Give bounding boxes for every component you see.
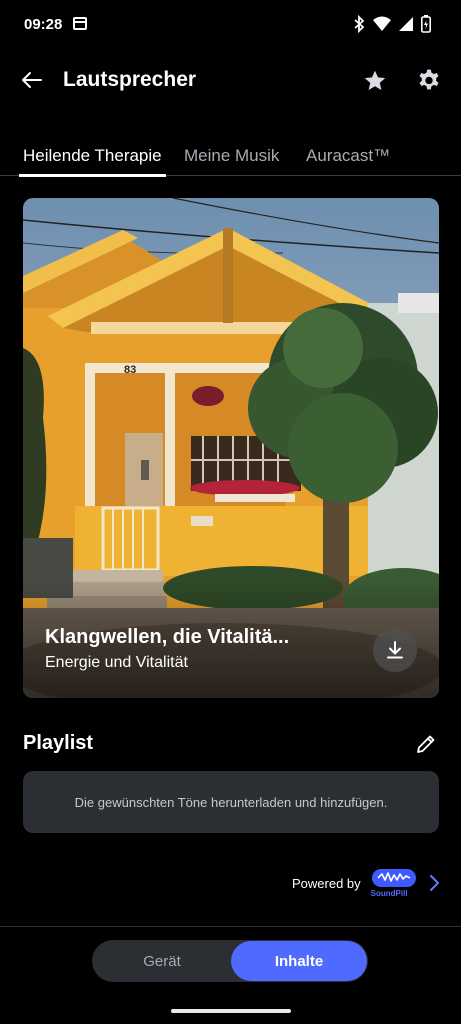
tab-healing-therapy[interactable]: Heilende Therapie	[23, 146, 162, 166]
star-icon[interactable]	[362, 68, 388, 94]
signal-icon	[399, 17, 413, 31]
tab-bar: Heilende Therapie Meine Musik Auracast™	[0, 140, 461, 177]
chevron-right-icon[interactable]	[426, 873, 442, 893]
download-icon	[387, 641, 403, 659]
wifi-icon	[373, 16, 391, 31]
view-switcher: Gerät Inhalte	[92, 940, 368, 982]
bluetooth-icon	[354, 15, 365, 33]
soundpill-logo: SoundPill	[370, 867, 418, 899]
soundpill-brand: SoundPill	[370, 889, 408, 898]
playlist-empty-state: Die gewünschten Töne herunterladen und h…	[23, 771, 439, 833]
battery-icon	[421, 15, 431, 33]
bottom-divider	[0, 926, 461, 927]
status-time: 09:28	[24, 16, 63, 33]
featured-card[interactable]: 83 Klangwellen, die Vitalitä... Energie …	[23, 198, 439, 698]
playlist-empty-message: Die gewünschten Töne herunterladen und h…	[74, 794, 388, 810]
segment-device[interactable]: Gerät	[92, 940, 232, 982]
app-bar: Lautsprecher	[0, 56, 461, 108]
page-title: Lautsprecher	[63, 68, 197, 91]
status-icons	[353, 14, 431, 34]
download-button[interactable]	[373, 628, 417, 672]
home-indicator[interactable]	[171, 1009, 291, 1013]
tab-my-music[interactable]: Meine Musik	[184, 146, 279, 166]
track-title: Klangwellen, die Vitalitä...	[45, 626, 290, 648]
tab-indicator	[19, 174, 166, 177]
calendar-icon	[73, 17, 87, 30]
house-number: 83	[124, 364, 137, 376]
back-arrow-icon[interactable]	[18, 66, 46, 94]
track-subtitle: Energie und Vitalität	[45, 654, 188, 671]
powered-by-row[interactable]: Powered by SoundPill	[292, 866, 442, 900]
gear-icon[interactable]	[416, 68, 442, 94]
segment-content[interactable]: Inhalte	[231, 941, 367, 981]
status-bar: 09:28	[0, 0, 461, 50]
pencil-icon[interactable]	[414, 732, 438, 756]
tab-auracast[interactable]: Auracast™	[306, 146, 390, 166]
powered-by-label: Powered by	[292, 875, 361, 891]
playlist-heading: Playlist	[23, 732, 94, 754]
